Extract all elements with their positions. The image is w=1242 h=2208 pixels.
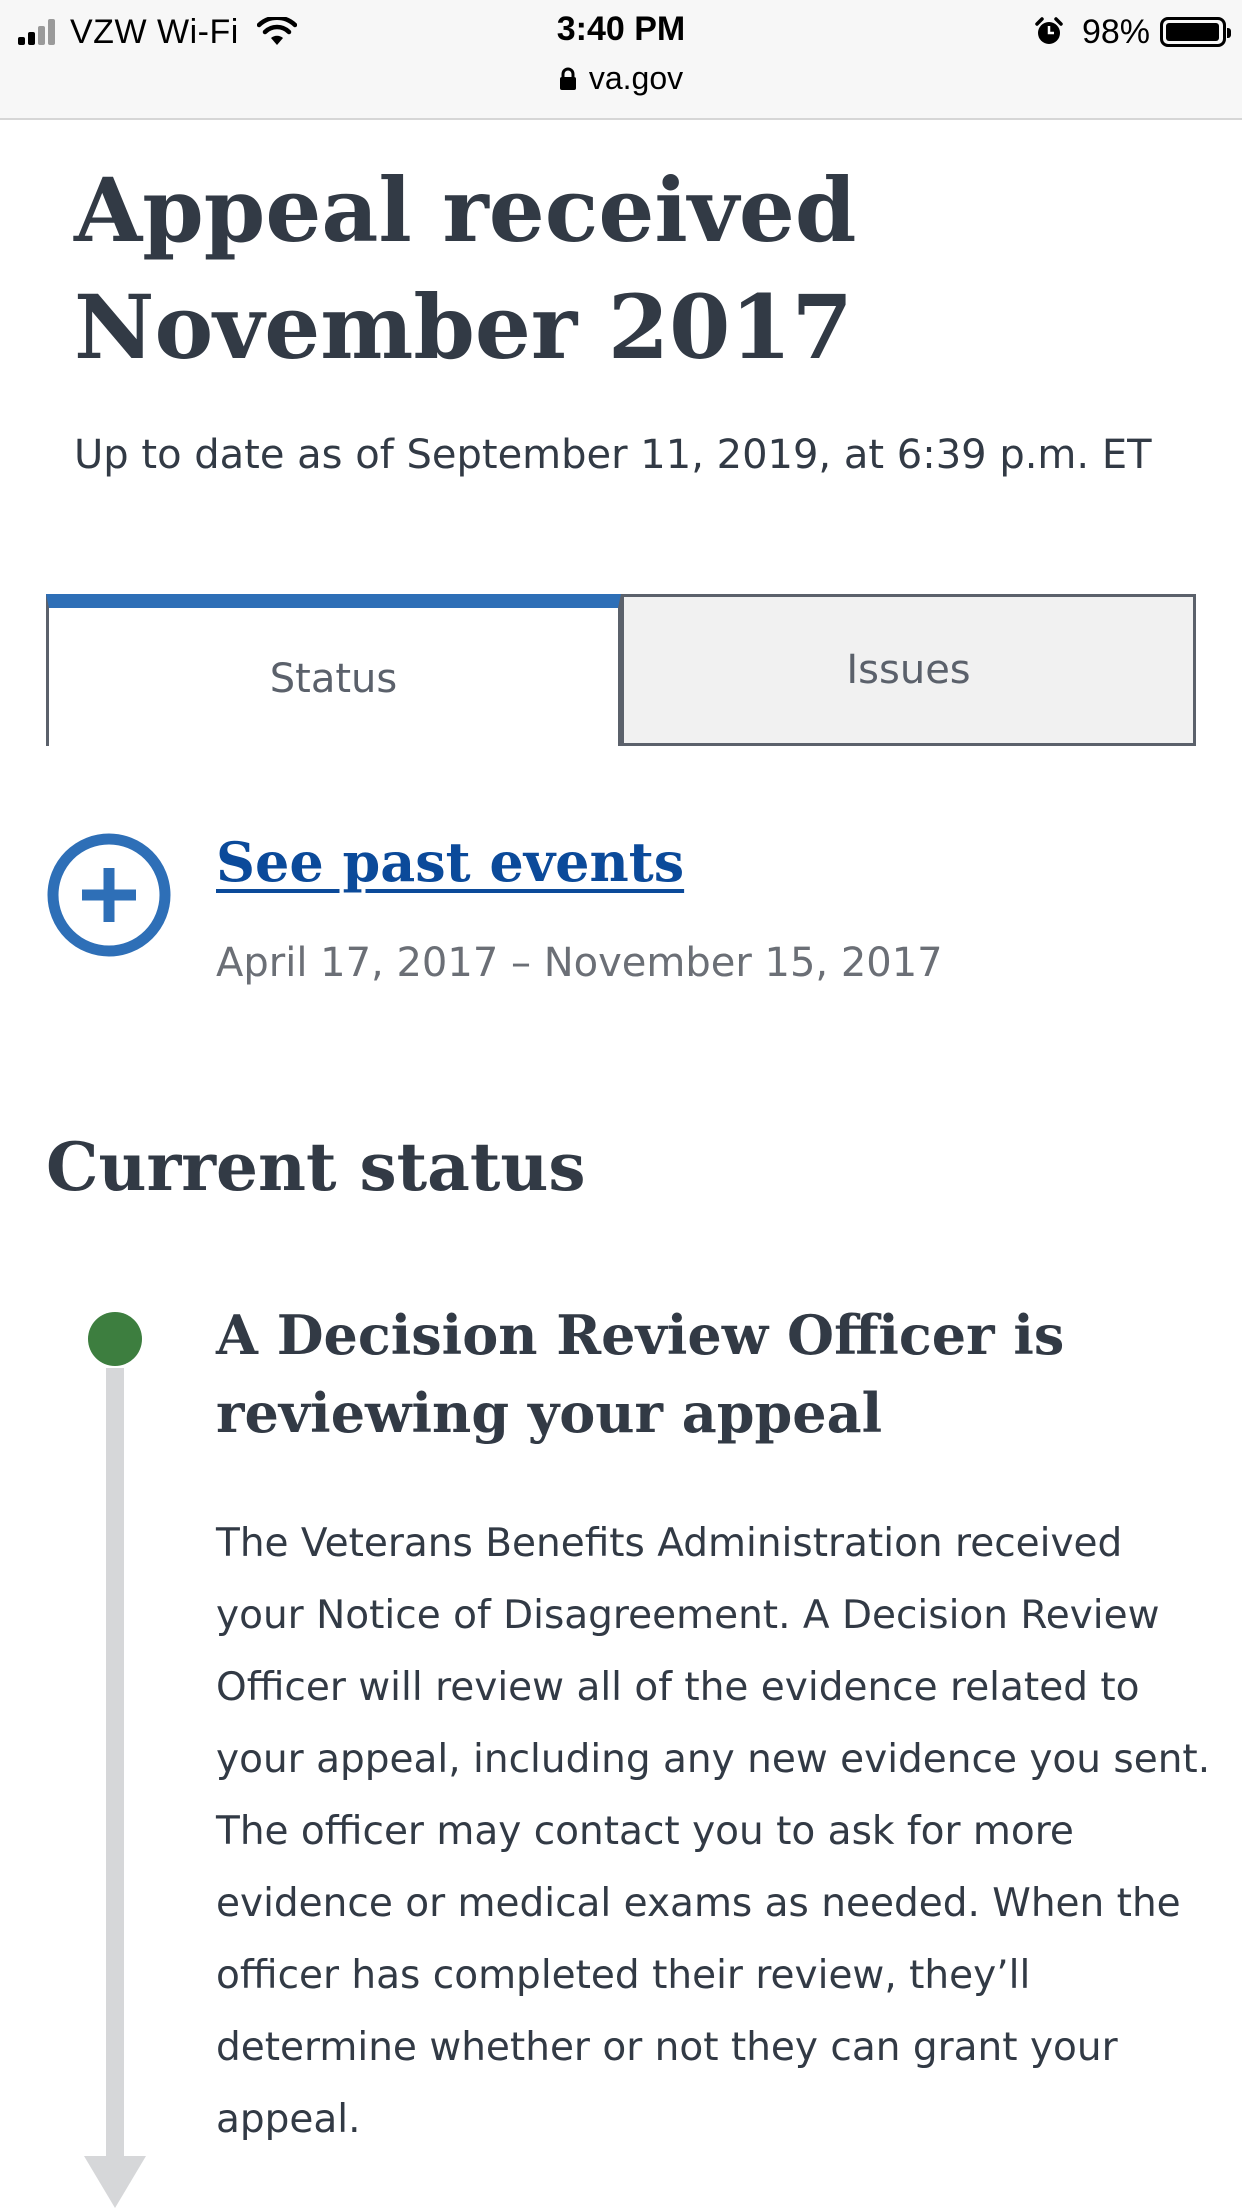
past-events-date-range: April 17, 2017 – November 15, 2017 xyxy=(216,940,943,986)
status-title-line-2: reviewing your appeal xyxy=(216,1381,883,1445)
tab-issues[interactable]: Issues xyxy=(621,594,1196,746)
tab-bar: Status Issues xyxy=(46,594,1196,746)
page-title-line-1: Appeal received xyxy=(74,158,857,262)
see-past-events-link[interactable]: See past events xyxy=(216,830,684,894)
status-title: A Decision Review Officer is reviewing y… xyxy=(216,1296,1176,1452)
url-text: va.gov xyxy=(588,60,684,96)
lock-icon xyxy=(559,67,576,90)
past-events-section: See past events April 17, 2017 – Novembe… xyxy=(46,828,1196,998)
plus-circle-icon[interactable] xyxy=(46,832,172,958)
timeline-line xyxy=(106,1368,124,2168)
battery-percent: 98% xyxy=(1081,12,1150,51)
page-title: Appeal received November 2017 xyxy=(74,152,1174,386)
tab-status[interactable]: Status xyxy=(46,594,621,746)
status-bar: VZW Wi-Fi 3:40 PM va.gov 98% xyxy=(0,0,1242,120)
status-dot-icon xyxy=(88,1312,142,1366)
status-right: 98% xyxy=(1034,12,1231,52)
current-status-heading: Current status xyxy=(46,1128,586,1206)
last-updated-text: Up to date as of September 11, 2019, at … xyxy=(74,432,1152,478)
timeline-arrow-icon xyxy=(84,2156,146,2208)
page-title-line-2: November 2017 xyxy=(74,275,853,379)
status-title-line-1: A Decision Review Officer is xyxy=(216,1303,1065,1367)
url-bar[interactable]: va.gov xyxy=(0,60,1242,97)
alarm-icon xyxy=(1035,17,1063,44)
status-description: The Veterans Benefits Administration rec… xyxy=(216,1521,1211,2142)
battery-icon xyxy=(1160,17,1231,47)
